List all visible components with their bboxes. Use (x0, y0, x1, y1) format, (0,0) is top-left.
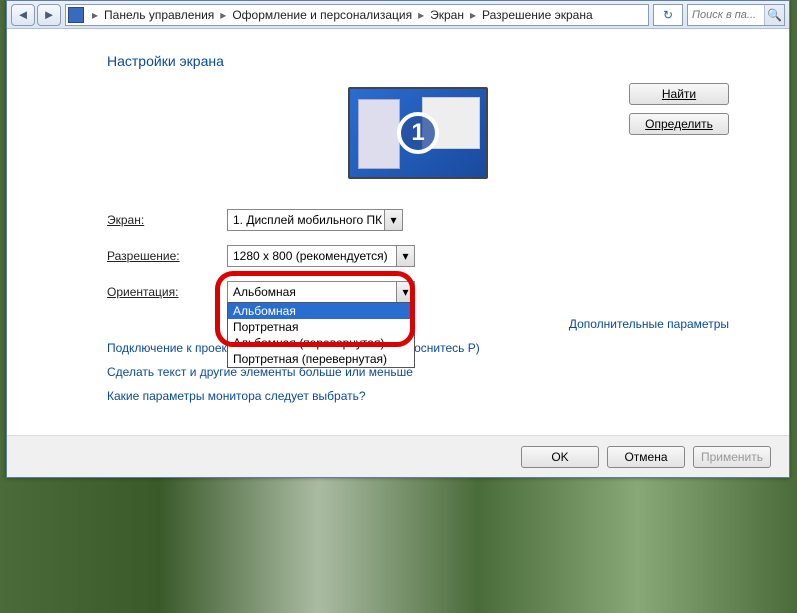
which-monitor-link[interactable]: Какие параметры монитора следует выбрать… (107, 389, 366, 403)
chevron-down-icon: ▾ (384, 210, 402, 230)
resolution-combo[interactable]: 1280 x 800 (рекомендуется) ▾ (227, 245, 415, 267)
content-area: Настройки экрана 1 Найти Определить Экра… (7, 29, 789, 477)
identify-button[interactable]: Определить (629, 113, 729, 135)
forward-button[interactable]: ► (37, 4, 61, 26)
search-box: 🔍 (687, 4, 785, 26)
display-preview-row: 1 Найти Определить (107, 87, 729, 179)
orientation-option[interactable]: Портретная (перевернутая) (228, 351, 414, 367)
display-label: Экран: (107, 213, 227, 227)
monitor-number-badge: 1 (397, 112, 439, 154)
orientation-dropdown: АльбомнаяПортретнаяАльбомная (перевернут… (227, 302, 415, 368)
search-button[interactable]: 🔍 (764, 5, 784, 25)
orientation-label: Ориентация: (107, 285, 227, 299)
find-button[interactable]: Найти (629, 83, 729, 105)
advanced-link[interactable]: Дополнительные параметры (569, 317, 729, 331)
bottom-links: Подключение к проектору (или нажмите кла… (107, 341, 729, 403)
orientation-row: Ориентация: Альбомная ▾ АльбомнаяПортрет… (107, 281, 729, 303)
display-row: Экран: 1. Дисплей мобильного ПК ▾ (107, 209, 729, 231)
chevron-down-icon: ▾ (396, 282, 414, 302)
search-icon: 🔍 (767, 8, 782, 22)
resolution-value: 1280 x 800 (рекомендуется) (228, 249, 396, 263)
breadcrumb-item[interactable]: Панель управления (102, 8, 216, 22)
address-bar: ◄ ► ▸ Панель управления ▸ Оформление и п… (7, 1, 789, 29)
orientation-wrap: Альбомная ▾ АльбомнаяПортретнаяАльбомная… (227, 281, 415, 303)
chevron-right-icon: ▸ (216, 8, 230, 22)
resolution-label: Разрешение: (107, 249, 227, 263)
arrow-left-icon: ◄ (17, 7, 30, 22)
page-title: Настройки экрана (107, 53, 729, 69)
orientation-option[interactable]: Портретная (228, 319, 414, 335)
arrow-right-icon: ► (43, 7, 56, 22)
refresh-button[interactable]: ↻ (653, 4, 683, 26)
ok-button[interactable]: OK (521, 446, 599, 468)
preview-side-buttons: Найти Определить (629, 83, 729, 135)
orientation-option[interactable]: Альбомная (228, 303, 414, 319)
orientation-option[interactable]: Альбомная (перевернутая) (228, 335, 414, 351)
breadcrumb-item[interactable]: Оформление и персонализация (230, 8, 414, 22)
monitor-preview[interactable]: 1 (348, 87, 488, 179)
breadcrumb-item[interactable]: Экран (428, 8, 466, 22)
chevron-right-icon: ▸ (88, 8, 102, 22)
display-value: 1. Дисплей мобильного ПК (228, 213, 384, 227)
resolution-row: Разрешение: 1280 x 800 (рекомендуется) ▾ (107, 245, 729, 267)
chevron-right-icon: ▸ (466, 8, 480, 22)
control-panel-icon (68, 7, 84, 23)
search-input[interactable] (688, 9, 764, 21)
breadcrumb-item[interactable]: Разрешение экрана (480, 8, 595, 22)
apply-button[interactable]: Применить (693, 446, 771, 468)
orientation-value: Альбомная (228, 285, 396, 299)
dialog-footer: OK Отмена Применить (7, 435, 789, 477)
back-button[interactable]: ◄ (11, 4, 35, 26)
breadcrumb[interactable]: ▸ Панель управления ▸ Оформление и персо… (65, 4, 649, 26)
chevron-right-icon: ▸ (414, 8, 428, 22)
cancel-button[interactable]: Отмена (607, 446, 685, 468)
advanced-link-row: Дополнительные параметры (107, 317, 729, 331)
window: ◄ ► ▸ Панель управления ▸ Оформление и п… (6, 0, 790, 478)
display-combo[interactable]: 1. Дисплей мобильного ПК ▾ (227, 209, 403, 231)
chevron-down-icon: ▾ (396, 246, 414, 266)
refresh-icon: ↻ (663, 8, 673, 22)
orientation-combo[interactable]: Альбомная ▾ (227, 281, 415, 303)
